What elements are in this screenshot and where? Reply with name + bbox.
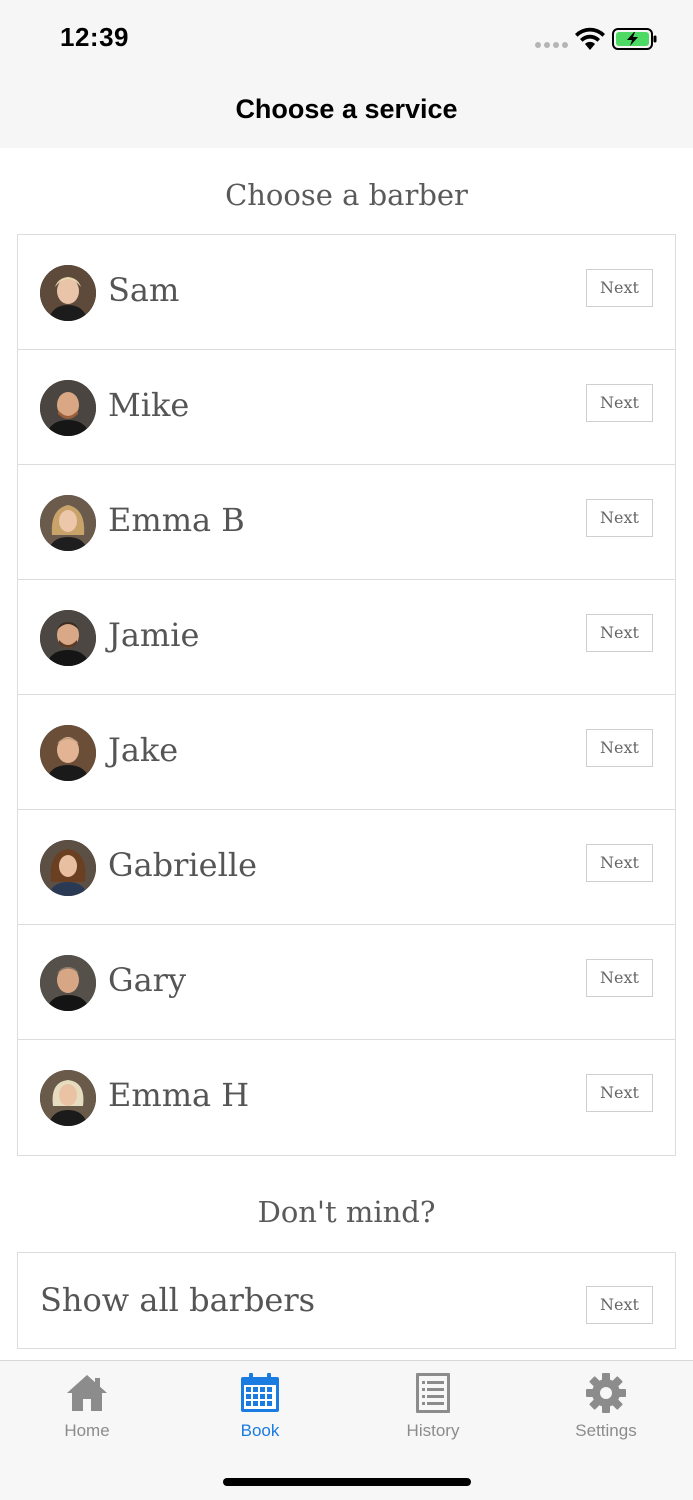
list-icon [416, 1373, 450, 1413]
barber-name: Gabrielle [108, 846, 257, 884]
dont-mind-heading: Don't mind? [257, 1195, 436, 1229]
next-button[interactable]: Next [586, 384, 653, 422]
calendar-icon [241, 1373, 279, 1412]
tab-label: History [406, 1421, 460, 1440]
barber-name: Emma H [108, 1076, 250, 1114]
barber-row-jake[interactable]: Jake Next [18, 695, 675, 810]
next-button[interactable]: Next [586, 729, 653, 767]
barber-row-gary[interactable]: Gary Next [18, 925, 675, 1040]
tab-history[interactable]: History [373, 1371, 493, 1441]
tab-label: Book [240, 1421, 280, 1440]
tab-book[interactable]: Book [200, 1371, 320, 1441]
next-button[interactable]: Next [586, 269, 653, 307]
barber-name: Emma B [108, 501, 245, 539]
show-all-barbers-row[interactable]: Show all barbers Next [17, 1252, 676, 1349]
next-button[interactable]: Next [586, 499, 653, 537]
next-button[interactable]: Next [586, 959, 653, 997]
status-bar: 12:39 [0, 0, 693, 78]
avatar [40, 495, 96, 551]
battery-charging-icon [612, 28, 657, 50]
barber-name: Jamie [108, 616, 200, 654]
tab-settings[interactable]: Settings [546, 1371, 666, 1441]
show-all-barbers-label: Show all barbers [40, 1281, 316, 1319]
avatar [40, 840, 96, 896]
barber-name: Jake [108, 731, 179, 769]
tab-home[interactable]: Home [27, 1371, 147, 1441]
barber-name: Mike [108, 386, 190, 424]
avatar [40, 265, 96, 321]
barber-row-gabrielle[interactable]: Gabrielle Next [18, 810, 675, 925]
navigation-bar: Choose a service [0, 78, 693, 148]
avatar [40, 1070, 96, 1126]
barber-row-mike[interactable]: Mike Next [18, 350, 675, 465]
gear-icon [586, 1373, 626, 1413]
barber-row-sam[interactable]: Sam Next [18, 235, 675, 350]
avatar [40, 380, 96, 436]
avatar [40, 610, 96, 666]
avatar [40, 725, 96, 781]
wifi-icon [575, 27, 605, 50]
choose-barber-heading: Choose a barber [225, 178, 468, 212]
tab-label: Home [64, 1421, 110, 1440]
avatar [40, 955, 96, 1011]
home-icon [67, 1375, 107, 1411]
barber-row-emma-b[interactable]: Emma B Next [18, 465, 675, 580]
barber-row-jamie[interactable]: Jamie Next [18, 580, 675, 695]
home-indicator[interactable] [223, 1478, 471, 1486]
next-button[interactable]: Next [586, 1286, 653, 1324]
next-button[interactable]: Next [586, 614, 653, 652]
cellular-signal-icon [535, 42, 568, 48]
barber-name: Sam [108, 271, 180, 309]
page-title: Choose a service [235, 94, 458, 124]
barber-name: Gary [108, 961, 187, 999]
next-button[interactable]: Next [586, 1074, 653, 1112]
barber-row-emma-h[interactable]: Emma H Next [18, 1040, 675, 1155]
barber-list: Sam Next Mike Next Emma B Next Jamie Nex… [17, 234, 676, 1156]
next-button[interactable]: Next [586, 844, 653, 882]
status-time: 12:39 [60, 22, 129, 52]
tab-label: Settings [575, 1421, 637, 1440]
